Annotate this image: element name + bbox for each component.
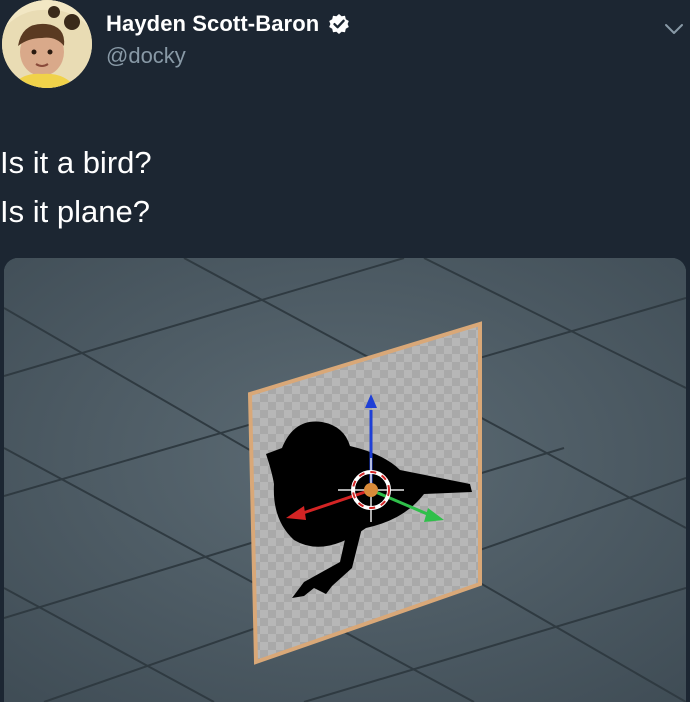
avatar[interactable] xyxy=(2,0,92,88)
author-name-row: Hayden Scott-Baron xyxy=(106,11,350,37)
tweet-text-line: Is it a bird? xyxy=(0,145,152,180)
tweet-text: Is it a bird? Is it plane? xyxy=(0,138,152,236)
display-name[interactable]: Hayden Scott-Baron xyxy=(106,11,319,37)
chevron-down-icon[interactable] xyxy=(664,22,684,36)
tweet-header: Hayden Scott-Baron @docky xyxy=(0,0,690,100)
viewport-render xyxy=(4,258,686,702)
tweet-text-line: Is it plane? xyxy=(0,194,150,229)
avatar-image xyxy=(2,0,92,88)
author-handle[interactable]: @docky xyxy=(106,43,186,69)
tweet-media[interactable] xyxy=(4,258,686,702)
verified-badge-icon xyxy=(328,13,350,35)
